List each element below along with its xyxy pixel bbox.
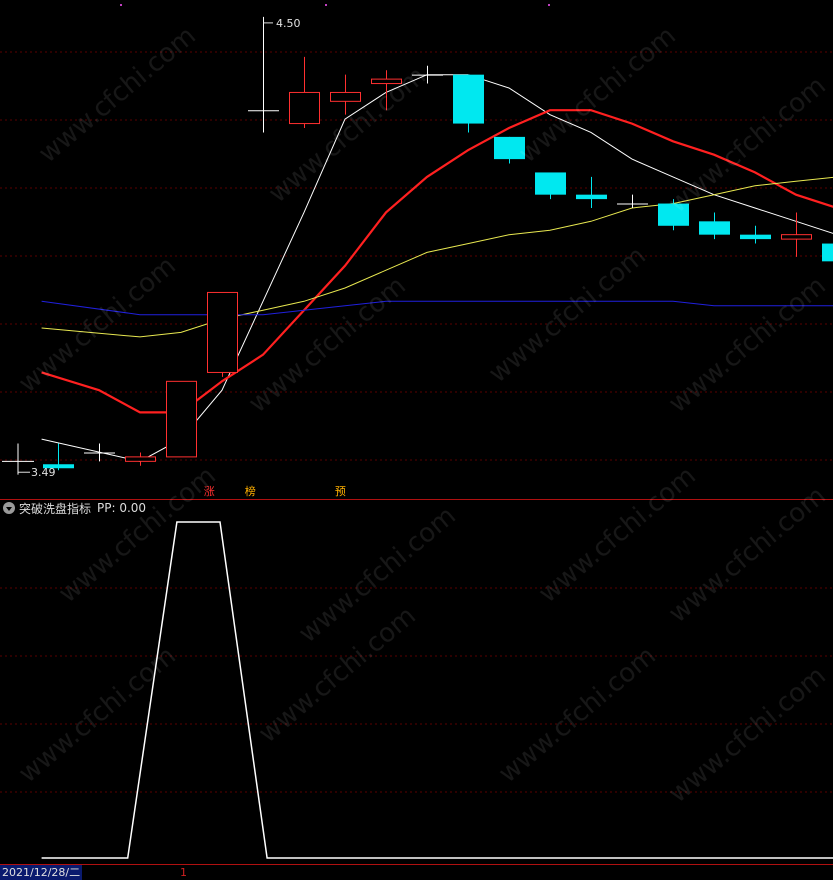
ma-line — [41, 300, 833, 316]
candle-body — [371, 78, 402, 85]
candle-body — [822, 243, 833, 262]
ma-line — [41, 176, 833, 338]
cursor-tick: 1 — [180, 866, 187, 879]
top-marker — [325, 4, 327, 6]
candle-body — [453, 74, 484, 124]
grid-lines — [0, 4, 833, 865]
candle-body — [699, 221, 730, 235]
candle-body — [166, 380, 197, 458]
candle-body — [207, 291, 238, 373]
signal-badge: 榜 — [244, 485, 256, 498]
indicator-line — [41, 521, 833, 859]
stock-chart[interactable]: 4.50 3.49 — [0, 0, 833, 880]
candlesticks — [43, 16, 833, 471]
indicator-value: PP: 0.00 — [97, 501, 147, 515]
indicator-name: 突破洗盘指标 — [19, 501, 92, 516]
candle-body — [658, 203, 689, 226]
low-price-label: 3.49 — [31, 466, 56, 479]
signal-badge: 预 — [334, 485, 346, 498]
price-labels: 4.50 3.49 — [2, 17, 301, 479]
ma-line — [41, 109, 833, 414]
indicator-series-line — [41, 521, 833, 859]
top-marker — [120, 4, 122, 6]
candle-body — [330, 91, 361, 102]
candle-body — [781, 234, 812, 240]
candle-body — [576, 194, 607, 200]
candle-body — [289, 91, 320, 125]
indicator-header: 突破洗盘指标 PP: 0.00 — [3, 500, 146, 516]
ma-line — [41, 74, 833, 462]
candle-body — [494, 136, 525, 160]
date-label: 2021/12/28/二 — [0, 865, 83, 880]
candle-body — [535, 172, 566, 195]
high-price-label: 4.50 — [276, 17, 301, 30]
candle-body — [740, 234, 771, 240]
moving-average-lines — [41, 74, 833, 462]
top-marker — [548, 4, 550, 6]
candle-body — [125, 456, 156, 462]
collapse-toggle-icon[interactable] — [3, 502, 15, 514]
signal-badge: 涨 — [203, 485, 215, 498]
